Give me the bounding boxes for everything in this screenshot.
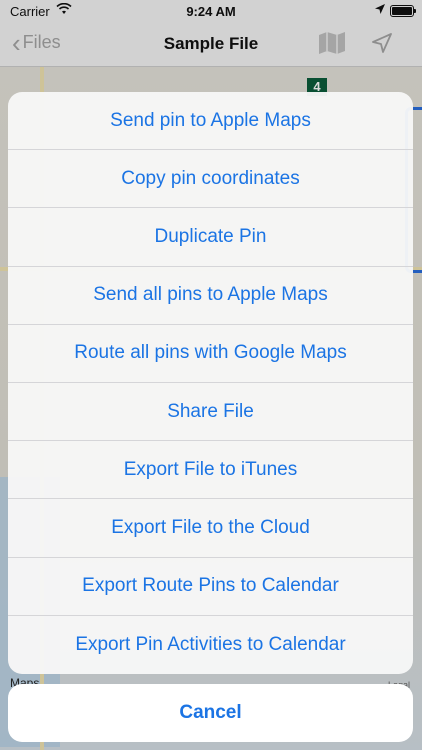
action-export-pin-activities-calendar[interactable]: Export Pin Activities to Calendar xyxy=(8,616,413,674)
action-export-route-pins-calendar[interactable]: Export Route Pins to Calendar xyxy=(8,558,413,616)
action-copy-pin-coordinates[interactable]: Copy pin coordinates xyxy=(8,150,413,209)
action-duplicate-pin[interactable]: Duplicate Pin xyxy=(8,208,413,267)
action-route-all-pins-google-maps[interactable]: Route all pins with Google Maps xyxy=(8,325,413,383)
action-export-file-itunes[interactable]: Export File to iTunes xyxy=(8,441,413,500)
action-sheet: Send pin to Apple Maps Copy pin coordina… xyxy=(8,92,413,674)
cancel-button[interactable]: Cancel xyxy=(8,684,413,742)
action-send-pin-apple-maps[interactable]: Send pin to Apple Maps xyxy=(8,92,413,151)
action-export-file-cloud[interactable]: Export File to the Cloud xyxy=(8,499,413,558)
action-share-file[interactable]: Share File xyxy=(8,383,413,442)
action-send-all-pins-apple-maps[interactable]: Send all pins to Apple Maps xyxy=(8,267,413,325)
